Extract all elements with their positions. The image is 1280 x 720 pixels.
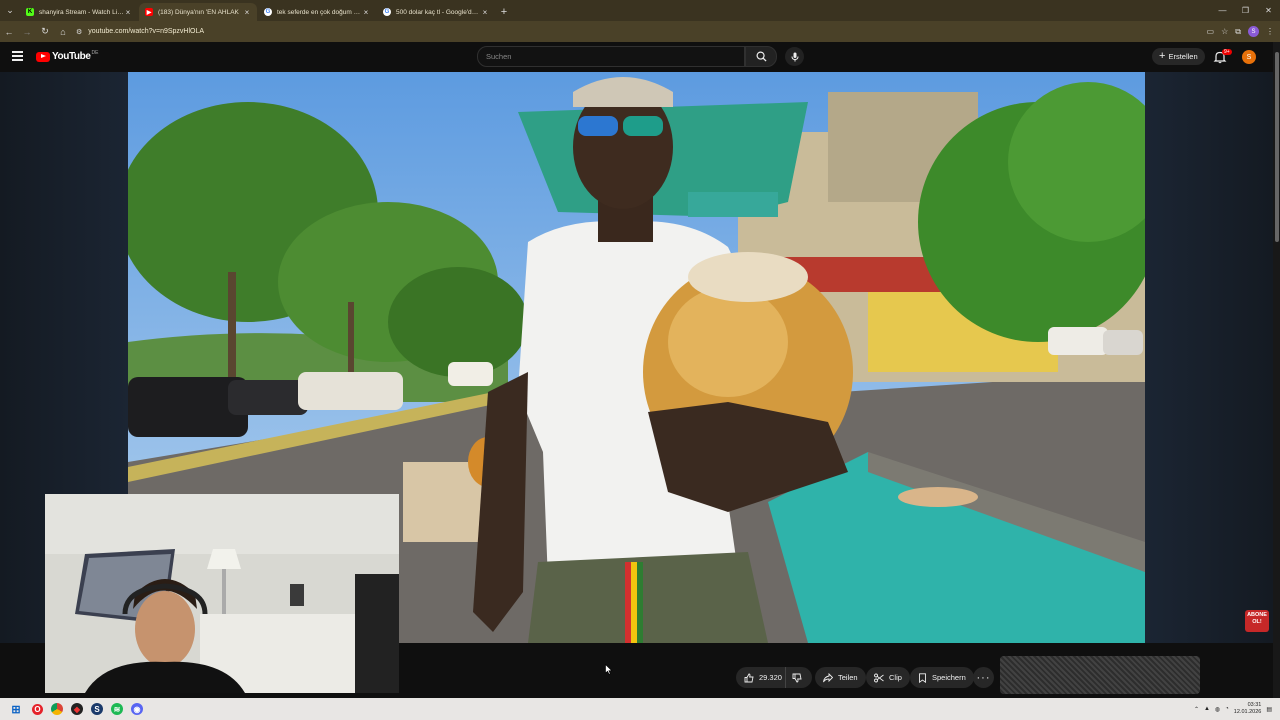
search-input[interactable]: Suchen xyxy=(477,46,745,67)
browser-tab[interactable]: K shanyira Stream - Watch Live o × xyxy=(20,3,138,21)
tab-search-icon[interactable]: ⌄ xyxy=(0,0,20,21)
forward-icon[interactable]: → xyxy=(18,21,36,42)
network-icon[interactable]: ◍ xyxy=(1215,706,1220,713)
clip-button[interactable]: Clip xyxy=(866,667,910,688)
close-icon[interactable]: × xyxy=(243,8,251,17)
url-field[interactable]: ⚙ youtube.com/watch?v=n9SpzvHlOLA xyxy=(76,28,204,36)
ambient-right xyxy=(1145,72,1273,643)
tab-title: 500 dolar kaç tl - Google'da Ar xyxy=(396,8,481,16)
like-button[interactable]: 29.320 xyxy=(736,667,786,688)
country-code: DE xyxy=(91,49,99,56)
create-label: Erstellen xyxy=(1168,52,1198,61)
account-avatar[interactable]: S xyxy=(1242,50,1256,64)
like-count: 29.320 xyxy=(759,673,782,682)
extensions-icon[interactable]: ⧉ xyxy=(1235,27,1241,37)
browser-menu-icon[interactable]: ⋮ xyxy=(1266,27,1274,36)
window-controls: — ❐ ✕ xyxy=(1211,0,1280,21)
windows-taskbar: ⊞ O ◆ S ≋ ◉ ⌃ ▲ ◍ ◔ 03:31 12.01.2026 ▤ xyxy=(0,698,1280,720)
browser-tab[interactable]: G 500 dolar kaç tl - Google'da Ar × xyxy=(377,3,495,21)
back-icon[interactable]: ← xyxy=(0,21,18,42)
spotify-icon[interactable]: ≋ xyxy=(111,703,123,715)
bookmark-icon xyxy=(919,672,926,683)
discord-icon[interactable]: ◉ xyxy=(131,703,143,715)
search-icon xyxy=(756,51,767,62)
clip-label: Clip xyxy=(889,673,902,682)
close-icon[interactable]: × xyxy=(124,8,132,17)
search-box: Suchen xyxy=(477,46,777,67)
youtube-logo[interactable]: YouTube DE xyxy=(36,49,99,62)
youtube-icon: ▶ xyxy=(145,8,153,16)
system-tray: ⌃ ▲ ◍ ◔ 03:31 12.01.2026 ▤ xyxy=(1194,698,1272,720)
site-info-icon[interactable]: ⚙ xyxy=(76,28,82,36)
clock-time: 03:31 xyxy=(1247,702,1262,708)
scrollbar-thumb[interactable] xyxy=(1274,52,1279,242)
bookmark-star-icon[interactable]: ☆ xyxy=(1221,27,1228,36)
search-button[interactable] xyxy=(745,46,777,67)
microphone-icon xyxy=(791,52,798,61)
browser-tab-bar: ⌄ K shanyira Stream - Watch Live o × ▶ (… xyxy=(0,0,1280,21)
new-tab-button[interactable]: + xyxy=(496,3,512,21)
share-label: Teilen xyxy=(838,673,858,682)
address-bar: ← → ↻ ⌂ ⚙ youtube.com/watch?v=n9SpzvHlOL… xyxy=(0,21,1280,42)
tray-app-icon[interactable]: ▲ xyxy=(1204,706,1210,712)
tab-title: shanyira Stream - Watch Live o xyxy=(39,8,124,16)
google-icon: G xyxy=(383,8,391,16)
profile-avatar[interactable]: S xyxy=(1248,26,1259,37)
url-text: youtube.com/watch?v=n9SpzvHlOLA xyxy=(88,28,205,35)
steam-icon[interactable]: S xyxy=(91,703,103,715)
mouse-cursor-icon xyxy=(605,664,613,675)
share-icon xyxy=(823,672,833,682)
page-scrollbar[interactable] xyxy=(1273,42,1280,698)
clock-date: 12.01.2026 xyxy=(1233,709,1262,715)
tab-title: (183) Dünya'nın 'EN AHLAK xyxy=(158,8,239,16)
chrome-icon[interactable] xyxy=(51,703,63,715)
save-label: Speichern xyxy=(932,673,966,682)
subscribe-badge-overlay: ABONE OL! xyxy=(1245,610,1269,632)
menu-icon[interactable] xyxy=(12,51,23,61)
maximize-icon[interactable]: ❐ xyxy=(1234,0,1257,21)
notifications-icon[interactable]: ▤ xyxy=(1266,706,1272,713)
youtube-wordmark: YouTube xyxy=(52,51,91,62)
browser-tab[interactable]: G tek seferde en çok doğum yapa × xyxy=(258,3,376,21)
thumbs-up-icon xyxy=(744,673,754,682)
opera-icon[interactable]: O xyxy=(32,703,43,715)
dislike-button[interactable] xyxy=(786,673,812,683)
tray-arrow-icon[interactable]: ⌃ xyxy=(1194,706,1199,713)
close-window-icon[interactable]: ✕ xyxy=(1257,0,1280,21)
blurred-promo-panel xyxy=(1000,656,1200,694)
like-dislike-group: 29.320 xyxy=(736,667,812,688)
save-button[interactable]: Speichern xyxy=(910,667,974,688)
kick-icon: K xyxy=(26,8,34,16)
browser-tab-active[interactable]: ▶ (183) Dünya'nın 'EN AHLAK × xyxy=(139,3,257,21)
ol-text: OL! xyxy=(1252,619,1262,625)
app-icon[interactable]: ◆ xyxy=(71,703,83,715)
abone-text: ABONE xyxy=(1247,612,1267,618)
cast-icon[interactable]: ▭ xyxy=(1207,27,1215,36)
close-icon[interactable]: × xyxy=(481,8,489,17)
tab-title: tek seferde en çok doğum yapa xyxy=(277,8,362,16)
google-icon: G xyxy=(264,8,272,16)
volume-icon[interactable]: ◔ xyxy=(1225,706,1229,712)
thumbs-down-icon xyxy=(792,673,802,682)
plus-icon: + xyxy=(1159,50,1166,62)
home-icon[interactable]: ⌂ xyxy=(54,21,72,42)
minimize-icon[interactable]: — xyxy=(1211,0,1234,21)
create-button[interactable]: + Erstellen xyxy=(1152,48,1205,65)
youtube-play-icon xyxy=(36,51,50,62)
more-actions-button[interactable]: ··· xyxy=(973,667,994,688)
voice-search-button[interactable] xyxy=(785,47,804,66)
clock[interactable]: 03:31 12.01.2026 xyxy=(1234,702,1262,716)
scissors-icon xyxy=(874,673,884,682)
close-icon[interactable]: × xyxy=(362,8,370,17)
notification-badge: 9+ xyxy=(1222,49,1232,55)
reload-icon[interactable]: ↻ xyxy=(36,21,54,42)
windows-start-icon[interactable]: ⊞ xyxy=(8,701,24,717)
share-button[interactable]: Teilen xyxy=(815,667,866,688)
